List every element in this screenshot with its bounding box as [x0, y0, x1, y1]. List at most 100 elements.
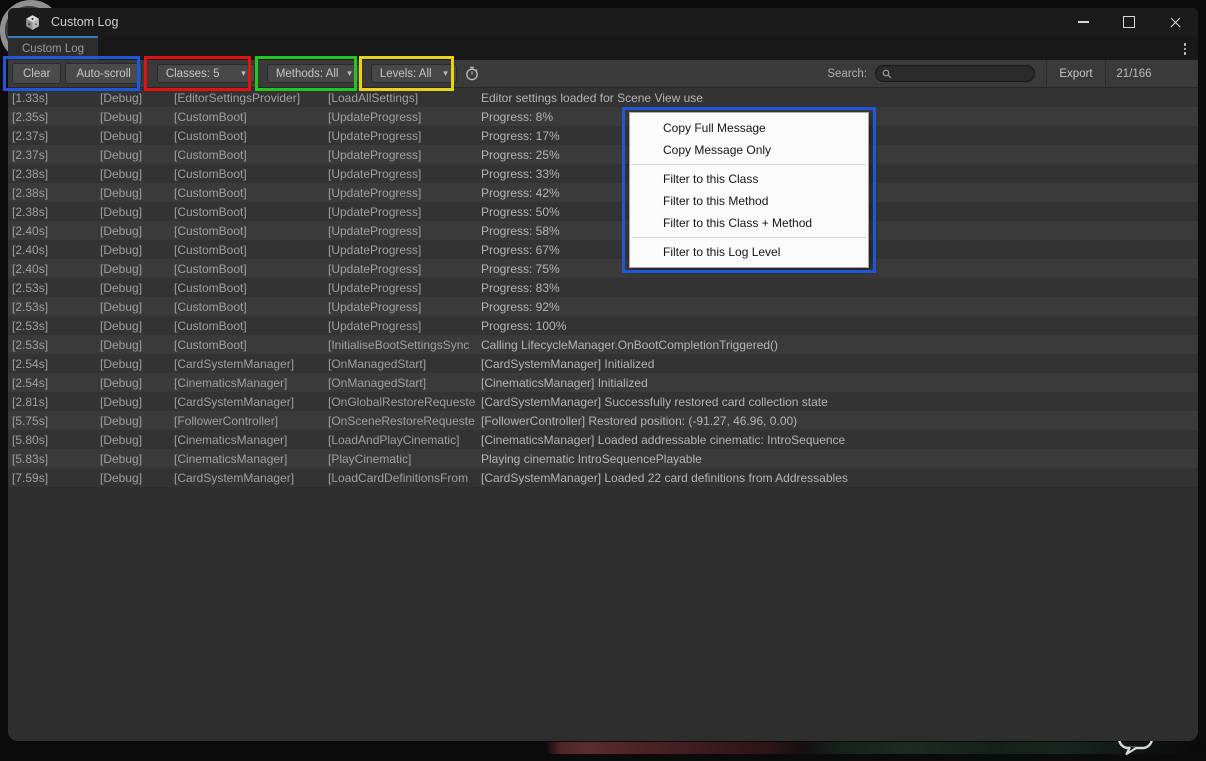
log-method: [UpdateProgress] — [328, 167, 481, 181]
log-time: [2.53s] — [12, 300, 96, 314]
log-row[interactable]: [2.40s][Debug][CustomBoot][UpdateProgres… — [8, 240, 1198, 259]
context-menu-item[interactable]: Copy Full Message — [630, 117, 868, 139]
log-row[interactable]: [1.33s][Debug][EditorSettingsProvider][L… — [8, 88, 1198, 107]
log-message: Calling LifecycleManager.OnBootCompletio… — [481, 338, 1198, 352]
title-bar[interactable]: Custom Log — [8, 8, 1198, 36]
log-message: Playing cinematic IntroSequencePlayable — [481, 452, 1198, 466]
log-row[interactable]: [2.37s][Debug][CustomBoot][UpdateProgres… — [8, 126, 1198, 145]
context-menu-item[interactable]: Filter to this Method — [630, 190, 868, 212]
log-level: [Debug] — [96, 281, 174, 295]
menu-separator — [631, 237, 867, 238]
more-options-kebab-icon[interactable] — [1182, 41, 1189, 57]
log-method: [OnGlobalRestoreRequeste — [328, 395, 481, 409]
tab-custom-log[interactable]: Custom Log — [8, 36, 98, 60]
log-row[interactable]: [2.53s][Debug][CustomBoot][InitialiseBoo… — [8, 335, 1198, 354]
log-method: [UpdateProgress] — [328, 262, 481, 276]
autoscroll-toggle-button[interactable]: Auto-scroll — [65, 63, 141, 84]
log-row[interactable]: [2.53s][Debug][CustomBoot][UpdateProgres… — [8, 316, 1198, 335]
log-method: [LoadCardDefinitionsFrom — [328, 471, 481, 485]
log-method: [LoadAllSettings] — [328, 91, 481, 105]
log-method: [OnSceneRestoreRequeste — [328, 414, 481, 428]
export-button[interactable]: Export — [1047, 68, 1105, 80]
log-message: Progress: 92% — [481, 300, 1198, 314]
classes-dropdown[interactable]: Classes: 5 ▾ — [157, 64, 255, 83]
log-message: [CardSystemManager] Initialized — [481, 357, 1198, 371]
search-icon — [882, 69, 892, 79]
log-row[interactable]: [2.54s][Debug][CinematicsManager][OnMana… — [8, 373, 1198, 392]
log-level: [Debug] — [96, 148, 174, 162]
search-input[interactable] — [896, 67, 1028, 81]
log-row[interactable]: [5.75s][Debug][FollowerController][OnSce… — [8, 411, 1198, 430]
log-method: [InitialiseBootSettingsSync — [328, 338, 481, 352]
log-method: [UpdateProgress] — [328, 243, 481, 257]
context-menu-item[interactable]: Filter to this Class + Method — [630, 212, 868, 234]
close-button[interactable] — [1152, 8, 1198, 36]
log-class: [CustomBoot] — [174, 262, 328, 276]
log-row[interactable]: [2.81s][Debug][CardSystemManager][OnGlob… — [8, 392, 1198, 411]
log-level: [Debug] — [96, 129, 174, 143]
log-row[interactable]: [5.83s][Debug][CinematicsManager][PlayCi… — [8, 449, 1198, 468]
search-box[interactable] — [875, 65, 1035, 82]
log-level: [Debug] — [96, 300, 174, 314]
log-class: [CustomBoot] — [174, 129, 328, 143]
minimize-button[interactable] — [1060, 8, 1106, 36]
log-level: [Debug] — [96, 319, 174, 333]
log-row[interactable]: [2.38s][Debug][CustomBoot][UpdateProgres… — [8, 202, 1198, 221]
log-level: [Debug] — [96, 471, 174, 485]
maximize-button[interactable] — [1106, 8, 1152, 36]
methods-dropdown-label: Methods: All — [276, 68, 339, 80]
log-time: [2.53s] — [12, 319, 96, 333]
context-menu-item[interactable]: Copy Message Only — [630, 139, 868, 161]
context-menu-item[interactable]: Filter to this Log Level — [630, 241, 868, 263]
log-time: [7.59s] — [12, 471, 96, 485]
log-class: [CustomBoot] — [174, 281, 328, 295]
log-time: [2.38s] — [12, 167, 96, 181]
log-row[interactable]: [2.40s][Debug][CustomBoot][UpdateProgres… — [8, 259, 1198, 278]
log-row[interactable]: [2.38s][Debug][CustomBoot][UpdateProgres… — [8, 183, 1198, 202]
log-method: [UpdateProgress] — [328, 148, 481, 162]
maximize-icon — [1123, 16, 1135, 28]
log-method: [UpdateProgress] — [328, 129, 481, 143]
log-time: [2.81s] — [12, 395, 96, 409]
log-level: [Debug] — [96, 395, 174, 409]
log-row[interactable]: [2.53s][Debug][CustomBoot][UpdateProgres… — [8, 297, 1198, 316]
log-message: [CardSystemManager] Successfully restore… — [481, 395, 1198, 409]
log-method: [OnManagedStart] — [328, 376, 481, 390]
log-method: [UpdateProgress] — [328, 319, 481, 333]
log-row[interactable]: [5.80s][Debug][CinematicsManager][LoadAn… — [8, 430, 1198, 449]
log-time: [2.37s] — [12, 129, 96, 143]
log-method: [UpdateProgress] — [328, 205, 481, 219]
log-class: [CustomBoot] — [174, 224, 328, 238]
chevron-down-icon: ▾ — [443, 68, 448, 79]
log-row[interactable]: [7.59s][Debug][CardSystemManager][LoadCa… — [8, 468, 1198, 487]
log-level: [Debug] — [96, 433, 174, 447]
close-icon — [1169, 16, 1182, 29]
log-row[interactable]: [2.54s][Debug][CardSystemManager][OnMana… — [8, 354, 1198, 373]
log-row[interactable]: [2.53s][Debug][CustomBoot][UpdateProgres… — [8, 278, 1198, 297]
log-class: [CustomBoot] — [174, 243, 328, 257]
log-class: [CinematicsManager] — [174, 433, 328, 447]
log-message: [FollowerController] Restored position: … — [481, 414, 1198, 428]
log-method: [UpdateProgress] — [328, 186, 481, 200]
levels-dropdown[interactable]: Levels: All ▾ — [371, 64, 457, 83]
log-row[interactable]: [2.40s][Debug][CustomBoot][UpdateProgres… — [8, 221, 1198, 240]
log-rows: [1.33s][Debug][EditorSettingsProvider][L… — [8, 88, 1198, 741]
minimize-icon — [1078, 21, 1089, 23]
stopwatch-icon[interactable] — [465, 66, 479, 81]
chevron-down-icon: ▾ — [347, 68, 352, 79]
log-row[interactable]: [2.35s][Debug][CustomBoot][UpdateProgres… — [8, 107, 1198, 126]
log-row[interactable]: [2.38s][Debug][CustomBoot][UpdateProgres… — [8, 164, 1198, 183]
tab-bar: Custom Log — [8, 36, 1198, 60]
menu-separator — [631, 164, 867, 165]
log-level: [Debug] — [96, 357, 174, 371]
clear-button[interactable]: Clear — [12, 63, 61, 84]
log-time: [2.54s] — [12, 357, 96, 371]
visible-entries-counter: 21/166 — [1106, 68, 1162, 80]
methods-dropdown[interactable]: Methods: All ▾ — [267, 64, 361, 83]
log-time: [5.80s] — [12, 433, 96, 447]
log-class: [FollowerController] — [174, 414, 328, 428]
window-cube-icon — [24, 14, 41, 31]
context-menu-item[interactable]: Filter to this Class — [630, 168, 868, 190]
log-row[interactable]: [2.37s][Debug][CustomBoot][UpdateProgres… — [8, 145, 1198, 164]
log-time: [2.37s] — [12, 148, 96, 162]
